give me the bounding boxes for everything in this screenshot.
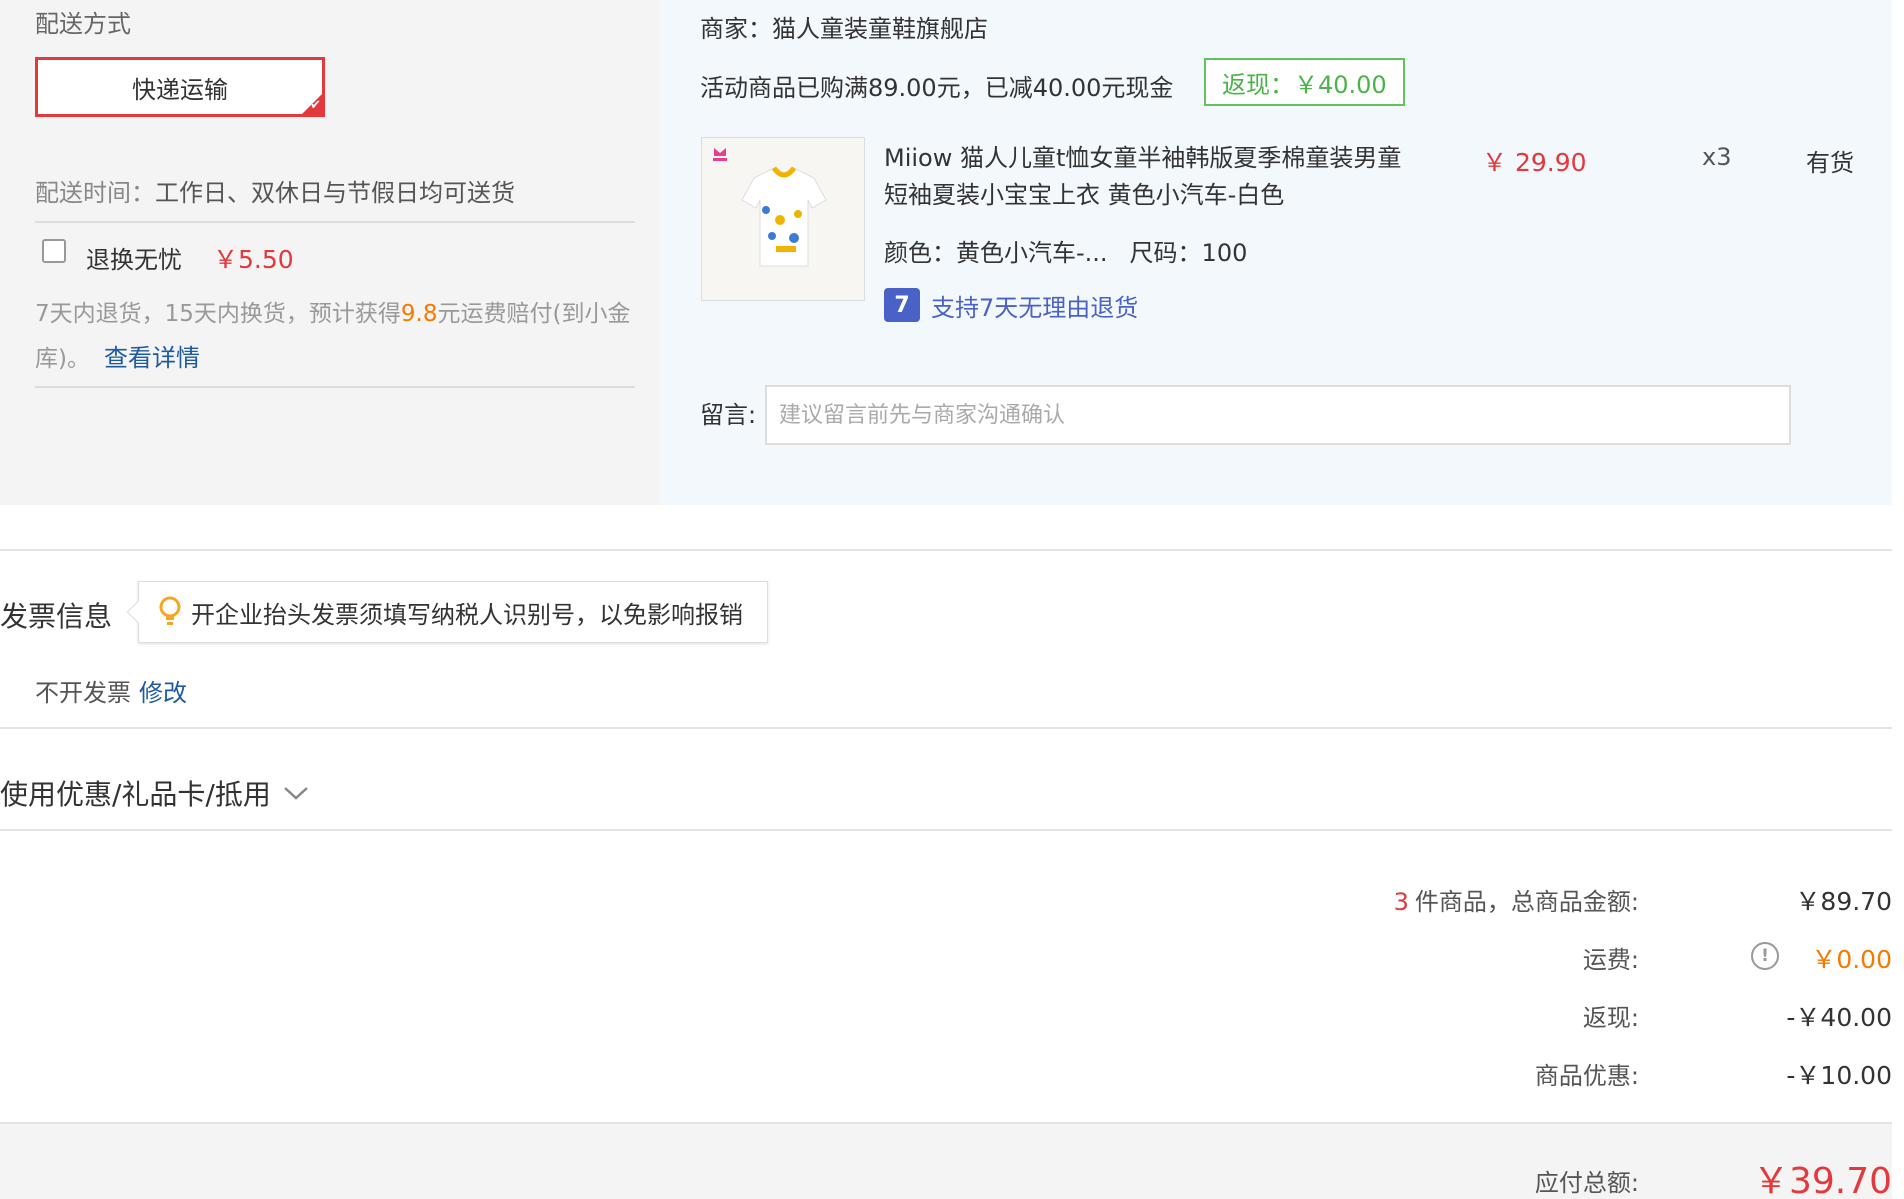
promotion-text: 活动商品已购满89.00元，已减40.00元现金	[700, 74, 1174, 102]
invoice-edit-link[interactable]: 修改	[139, 679, 187, 707]
invoice-status: 不开发票 修改	[35, 673, 187, 708]
item-count: 3	[1393, 888, 1409, 916]
divider	[35, 221, 635, 223]
summary-goods-total-row: 3 件商品，总商品金额: ￥89.70	[904, 882, 1904, 922]
shipping-fee-value: ￥0.00	[1811, 945, 1892, 974]
shipping-title: 配送方式	[35, 10, 131, 38]
section-divider	[0, 829, 1892, 831]
section-divider	[0, 549, 1892, 551]
delivery-time-label: 配送时间：	[35, 179, 155, 207]
tshirt-image	[702, 138, 864, 300]
return-policy-link[interactable]: 支持7天无理由退货	[931, 288, 1138, 323]
invoice-status-text: 不开发票	[35, 679, 131, 707]
lightbulb-icon	[159, 596, 181, 625]
payable-total-value: ￥39.70	[1752, 1161, 1892, 1199]
delivery-time-value: 工作日、双休日与节假日均可送货	[155, 179, 515, 207]
product-color: 颜色：黄色小汽车-...	[884, 239, 1108, 267]
return-insurance-label: 退换无忧	[86, 246, 182, 274]
goods-total-value: ￥89.70	[1795, 887, 1892, 916]
cashback-badge: 返现：￥40.00	[1204, 58, 1405, 106]
checkmark-icon: ✔	[310, 98, 321, 113]
product-attributes: 颜色：黄色小汽车-... 尺码：100	[884, 233, 1247, 268]
return-insurance-description: 7天内退货，15天内换货，预计获得9.8元运费赔付(到小金库)。 查看详情	[35, 292, 635, 381]
summary-shipping-row: 运费: ! ￥0.00	[904, 940, 1904, 980]
seven-day-return-icon: 7	[884, 288, 920, 322]
cashback-label: 返现:	[1582, 1004, 1639, 1032]
payable-total-label: 应付总额:	[1534, 1169, 1639, 1197]
insurance-desc-amount: 9.8	[400, 301, 438, 327]
product-thumbnail[interactable]	[701, 137, 865, 301]
summary-discount-row: 商品优惠: -￥10.00	[904, 1056, 1904, 1096]
product-quantity: x3	[1702, 143, 1732, 171]
message-input[interactable]	[765, 385, 1791, 445]
summary-cashback-row: 返现: -￥40.00	[904, 998, 1904, 1038]
section-divider	[0, 727, 1892, 729]
product-price: ￥ 29.90	[1482, 148, 1587, 177]
product-size: 尺码：100	[1129, 239, 1248, 267]
goods-total-label-text: 件商品，总商品金额:	[1414, 888, 1639, 916]
info-icon[interactable]: !	[1751, 942, 1779, 970]
discount-value: -￥10.00	[1786, 1061, 1892, 1090]
cashback-value: -￥40.00	[1786, 1003, 1892, 1032]
insurance-detail-link[interactable]: 查看详情	[104, 344, 200, 372]
insurance-desc-prefix: 7天内退货，15天内换货，预计获得	[35, 301, 401, 327]
merchant-name: 商家：猫人童装童鞋旗舰店	[700, 15, 988, 43]
delivery-time: 配送时间：工作日、双休日与节假日均可送货	[35, 173, 515, 208]
return-insurance-price: ￥5.50	[213, 245, 294, 274]
shipping-method-express-button[interactable]: 快递运输 ✔	[35, 57, 325, 117]
coupon-giftcard-toggle[interactable]: 使用优惠/礼品卡/抵用	[0, 773, 309, 813]
invoice-tip-text: 开企业抬头发票须填写纳税人识别号，以免影响报销	[191, 600, 743, 629]
divider	[35, 386, 635, 388]
shipping-fee-label: 运费:	[1582, 946, 1639, 974]
shipping-method-label: 快递运输	[132, 75, 228, 104]
goods-total-label: 3 件商品，总商品金额:	[1394, 882, 1639, 917]
product-stock-status: 有货	[1806, 149, 1854, 177]
chevron-down-icon	[284, 787, 308, 800]
return-insurance-checkbox[interactable]	[42, 239, 66, 263]
discount-label: 商品优惠:	[1534, 1062, 1639, 1090]
invoice-tip-tooltip: 开企业抬头发票须填写纳税人识别号，以免影响报销	[126, 581, 768, 643]
message-label: 留言:	[700, 401, 757, 429]
product-title[interactable]: Miiow 猫人儿童t恤女童半袖韩版夏季棉童装男童短袖夏装小宝宝上衣 黄色小汽车…	[884, 140, 1404, 214]
coupon-toggle-label: 使用优惠/礼品卡/抵用	[0, 778, 271, 811]
invoice-title: 发票信息	[0, 600, 113, 633]
